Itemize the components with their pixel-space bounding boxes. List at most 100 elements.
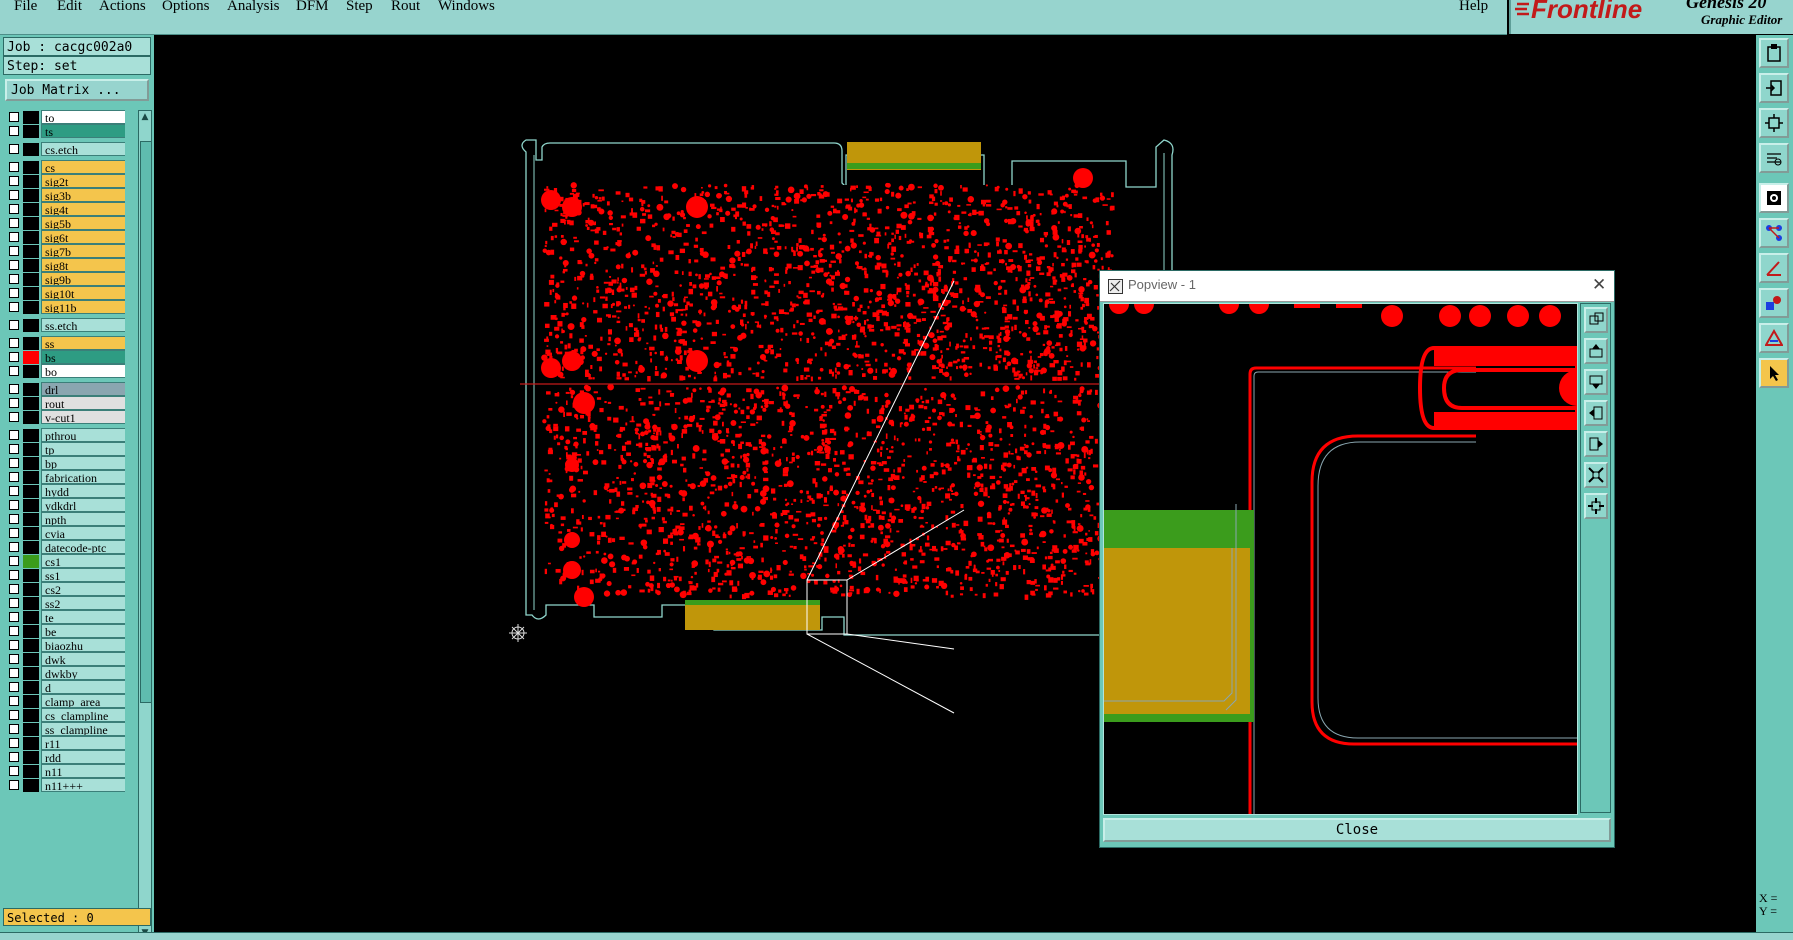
layer-checkbox[interactable]: [9, 126, 19, 136]
menu-windows[interactable]: Windows: [438, 0, 495, 15]
layer-checkbox[interactable]: [9, 352, 19, 362]
layer-row[interactable]: to: [5, 110, 125, 125]
layer-color-swatch[interactable]: [23, 429, 39, 442]
menu-step[interactable]: Step: [346, 0, 373, 15]
scroll-thumb[interactable]: [140, 141, 152, 703]
layer-row[interactable]: pthrou: [5, 428, 125, 443]
layer-checkbox[interactable]: [9, 612, 19, 622]
layer-row[interactable]: bo: [5, 364, 125, 379]
layer-checkbox[interactable]: [9, 584, 19, 594]
layer-row[interactable]: ss1: [5, 568, 125, 583]
layer-color-swatch[interactable]: [23, 189, 39, 202]
pad-select-icon[interactable]: [1759, 288, 1789, 318]
layer-name[interactable]: v-cut1: [41, 410, 125, 424]
layer-color-swatch[interactable]: [23, 485, 39, 498]
layer-checkbox[interactable]: [9, 260, 19, 270]
layer-checkbox[interactable]: [9, 204, 19, 214]
layer-row[interactable]: sig6t: [5, 230, 125, 245]
layer-name[interactable]: d: [41, 680, 125, 694]
layer-color-swatch[interactable]: [23, 541, 39, 554]
layer-name[interactable]: dwkby: [41, 666, 125, 680]
layer-color-swatch[interactable]: [23, 723, 39, 736]
popview-titlebar[interactable]: Popview - 1 ✕: [1100, 271, 1614, 302]
layer-checkbox[interactable]: [9, 190, 19, 200]
layer-row[interactable]: n11+++: [5, 778, 125, 793]
layer-checkbox[interactable]: [9, 162, 19, 172]
layer-name[interactable]: sig7b: [41, 244, 125, 258]
menu-help[interactable]: Help: [1459, 0, 1488, 15]
layer-checkbox[interactable]: [9, 338, 19, 348]
layer-row[interactable]: sig4t: [5, 202, 125, 217]
layer-color-swatch[interactable]: [23, 175, 39, 188]
popview-pan-up-icon[interactable]: [1584, 338, 1608, 364]
layer-checkbox[interactable]: [9, 232, 19, 242]
layer-color-swatch[interactable]: [23, 527, 39, 540]
layer-row[interactable]: sig3b: [5, 188, 125, 203]
layer-color-swatch[interactable]: [23, 709, 39, 722]
popview-close-button[interactable]: Close: [1103, 818, 1611, 842]
layer-name[interactable]: to: [41, 110, 125, 124]
layer-color-swatch[interactable]: [23, 301, 39, 314]
layer-row[interactable]: sig5b: [5, 216, 125, 231]
layer-color-swatch[interactable]: [23, 397, 39, 410]
popview-window[interactable]: Popview - 1 ✕ Close: [1099, 270, 1615, 848]
layer-name[interactable]: ss.etch: [41, 318, 125, 332]
popview-pan-down-icon[interactable]: [1584, 369, 1608, 395]
layer-checkbox[interactable]: [9, 430, 19, 440]
layer-name[interactable]: ss1: [41, 568, 125, 582]
layer-checkbox[interactable]: [9, 710, 19, 720]
layer-name[interactable]: cvia: [41, 526, 125, 540]
layer-checkbox[interactable]: [9, 514, 19, 524]
layer-row[interactable]: ss_clampline: [5, 722, 125, 737]
menu-actions[interactable]: Actions: [99, 0, 146, 15]
layer-checkbox[interactable]: [9, 246, 19, 256]
layer-row[interactable]: npth: [5, 512, 125, 527]
layer-color-swatch[interactable]: [23, 499, 39, 512]
layer-color-swatch[interactable]: [23, 597, 39, 610]
layer-color-swatch[interactable]: [23, 611, 39, 624]
popview-canvas[interactable]: [1103, 303, 1578, 815]
layer-color-swatch[interactable]: [23, 779, 39, 792]
net-connect-icon[interactable]: [1759, 218, 1789, 248]
layer-name[interactable]: n11: [41, 764, 125, 778]
layer-checkbox[interactable]: [9, 640, 19, 650]
layer-checkbox[interactable]: [9, 682, 19, 692]
layer-checkbox[interactable]: [9, 668, 19, 678]
layer-color-swatch[interactable]: [23, 143, 39, 156]
layer-name[interactable]: fabrication: [41, 470, 125, 484]
layer-import-icon[interactable]: [1759, 73, 1789, 103]
layer-color-swatch[interactable]: [23, 513, 39, 526]
layer-name[interactable]: sig4t: [41, 202, 125, 216]
layer-color-swatch[interactable]: [23, 111, 39, 124]
layer-color-swatch[interactable]: [23, 319, 39, 332]
layer-checkbox[interactable]: [9, 366, 19, 376]
layer-row[interactable]: ss: [5, 336, 125, 351]
layer-name[interactable]: sig3b: [41, 188, 125, 202]
layer-checkbox[interactable]: [9, 274, 19, 284]
layer-color-swatch[interactable]: [23, 653, 39, 666]
layer-row[interactable]: ss.etch: [5, 318, 125, 333]
layer-row[interactable]: rdd: [5, 750, 125, 765]
layer-name[interactable]: sig10t: [41, 286, 125, 300]
layer-name[interactable]: ss_clampline: [41, 722, 125, 736]
layer-row[interactable]: fabrication: [5, 470, 125, 485]
layer-name[interactable]: cs.etch: [41, 142, 125, 156]
layer-color-swatch[interactable]: [23, 681, 39, 694]
layer-color-swatch[interactable]: [23, 583, 39, 596]
layer-checkbox[interactable]: [9, 598, 19, 608]
layer-color-swatch[interactable]: [23, 259, 39, 272]
layer-checkbox[interactable]: [9, 752, 19, 762]
layer-name[interactable]: tp: [41, 442, 125, 456]
layer-name[interactable]: bp: [41, 456, 125, 470]
layer-checkbox[interactable]: [9, 500, 19, 510]
layer-color-swatch[interactable]: [23, 287, 39, 300]
layer-row[interactable]: cs.etch: [5, 142, 125, 157]
popview-pan-left-icon[interactable]: [1584, 400, 1608, 426]
menu-dfm[interactable]: DFM: [296, 0, 329, 15]
layer-color-swatch[interactable]: [23, 667, 39, 680]
layer-checkbox[interactable]: [9, 320, 19, 330]
measure-tool-icon[interactable]: [1759, 143, 1789, 173]
layer-row[interactable]: n11: [5, 764, 125, 779]
layer-row[interactable]: biaozhu: [5, 638, 125, 653]
select-pointer-icon[interactable]: [1759, 358, 1789, 388]
